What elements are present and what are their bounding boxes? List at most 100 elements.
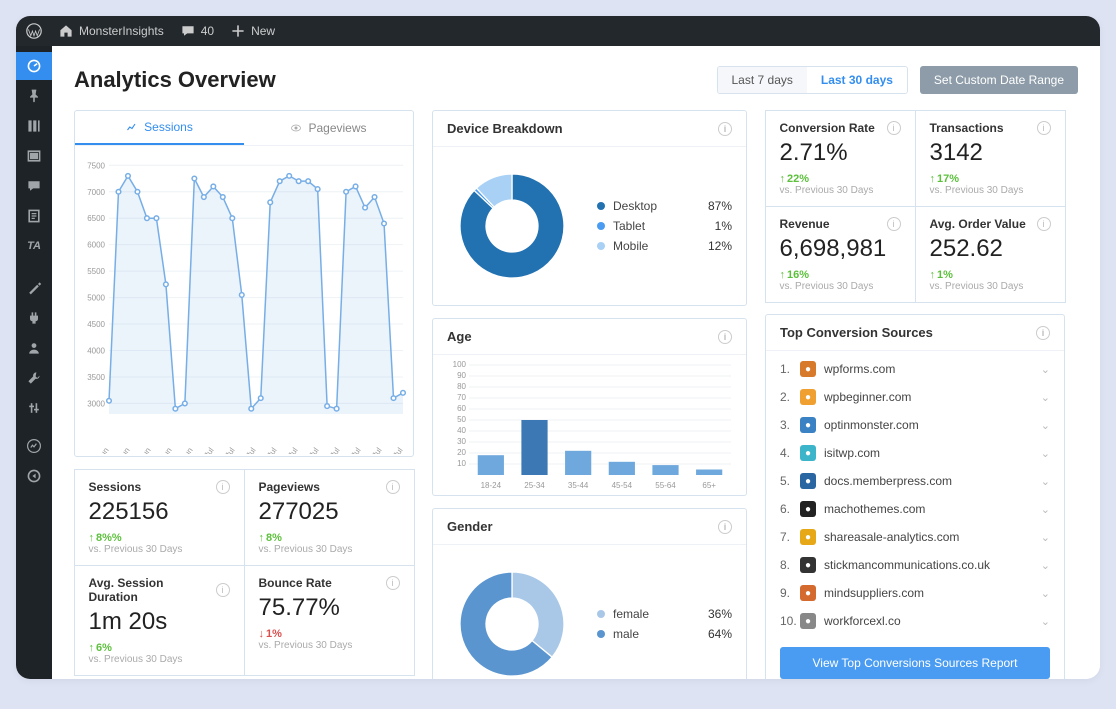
new-label: New [251, 24, 275, 38]
info-icon[interactable]: i [386, 576, 400, 590]
gender-card: Genderi female36%male64% [432, 508, 747, 679]
svg-text:8 Jul: 8 Jul [262, 446, 279, 454]
content-area: Analytics Overview Last 7 days Last 30 d… [52, 46, 1100, 679]
site-home[interactable]: MonsterInsights [50, 23, 172, 39]
graph-icon [126, 121, 138, 133]
svg-text:4500: 4500 [87, 320, 105, 329]
info-icon[interactable]: i [718, 520, 732, 534]
sidebar-appearance[interactable] [16, 274, 52, 302]
wp-admin-bar: MonsterInsights 40 New [16, 16, 1100, 46]
sidebar-comments[interactable] [16, 172, 52, 200]
kpi-aov: Avg. Order Valuei 252.62 ↑ 1% vs. Previo… [915, 206, 1066, 303]
svg-text:4000: 4000 [87, 347, 105, 356]
gender-legend: female36%male64% [597, 607, 732, 641]
svg-text:25-34: 25-34 [524, 481, 545, 490]
gender-donut-chart [447, 559, 577, 679]
source-row[interactable]: 3.●optinmonster.com⌄ [766, 411, 1064, 439]
svg-text:6500: 6500 [87, 214, 105, 223]
legend-item: female36% [597, 607, 732, 621]
source-row[interactable]: 2.●wpbeginner.com⌄ [766, 383, 1064, 411]
sessions-chart-card: Sessions Pageviews 300035004000450050005… [74, 110, 414, 457]
svg-text:22 Jun: 22 Jun [89, 446, 110, 454]
device-legend: Desktop87%Tablet1%Mobile12% [597, 199, 732, 253]
info-icon[interactable]: i [216, 480, 230, 494]
svg-text:100: 100 [453, 361, 467, 369]
chevron-down-icon: ⌄ [1041, 615, 1050, 628]
svg-text:28 Jun: 28 Jun [152, 446, 173, 454]
source-row[interactable]: 6.●machothemes.com⌄ [766, 495, 1064, 523]
sidebar-dashboard[interactable] [16, 52, 52, 80]
svg-text:18-24: 18-24 [481, 481, 502, 490]
page-title: Analytics Overview [74, 67, 276, 93]
sidebar-insights[interactable] [16, 432, 52, 460]
svg-text:35-44: 35-44 [568, 481, 589, 490]
wp-logo[interactable] [16, 23, 50, 39]
svg-text:20: 20 [457, 448, 466, 457]
sidebar-collapse[interactable] [16, 462, 52, 490]
svg-text:80: 80 [457, 382, 466, 391]
comments-count: 40 [201, 24, 214, 38]
kpi-grid: Conversion Ratei 2.71% ↑ 22% vs. Previou… [765, 110, 1065, 302]
source-row[interactable]: 1.●wpforms.com⌄ [766, 355, 1064, 383]
comments-link[interactable]: 40 [172, 23, 222, 39]
info-icon[interactable]: i [1037, 121, 1051, 135]
svg-text:18 Jul: 18 Jul [364, 446, 384, 454]
source-row[interactable]: 10.●workforcexl.co⌄ [766, 607, 1064, 635]
chevron-down-icon: ⌄ [1041, 587, 1050, 600]
svg-text:70: 70 [457, 393, 466, 402]
chart-tab-pageviews[interactable]: Pageviews [244, 111, 413, 145]
kpi-transactions: Transactionsi 3142 ↑ 17% vs. Previous 30… [915, 110, 1066, 207]
source-row[interactable]: 4.●isitwp.com⌄ [766, 439, 1064, 467]
tab-last-7-days[interactable]: Last 7 days [718, 67, 807, 93]
stat-avg-session: Avg. Session Durationi 1m 20s ↑ 6% vs. P… [74, 565, 245, 676]
custom-date-range-button[interactable]: Set Custom Date Range [920, 66, 1078, 94]
svg-text:21 Jul: 21 Jul [385, 446, 405, 454]
info-icon[interactable]: i [718, 330, 732, 344]
chart-tab-sessions[interactable]: Sessions [75, 111, 244, 145]
source-row[interactable]: 8.●stickmancommunications.co.uk⌄ [766, 551, 1064, 579]
legend-item: Mobile12% [597, 239, 732, 253]
svg-text:10 Jul: 10 Jul [280, 446, 300, 454]
age-card: Agei 10203040506070809010018-2425-3435-4… [432, 318, 747, 496]
sidebar-pin[interactable] [16, 82, 52, 110]
view-sources-report-button[interactable]: View Top Conversions Sources Report [780, 647, 1050, 679]
new-content[interactable]: New [222, 23, 283, 39]
sidebar-settings[interactable] [16, 394, 52, 422]
svg-text:4 Jul: 4 Jul [220, 446, 237, 454]
source-row[interactable]: 7.●shareasale-analytics.com⌄ [766, 523, 1064, 551]
info-icon[interactable]: i [887, 217, 901, 231]
svg-text:10: 10 [457, 459, 466, 468]
source-row[interactable]: 9.●mindsuppliers.com⌄ [766, 579, 1064, 607]
chevron-down-icon: ⌄ [1041, 531, 1050, 544]
sidebar-posts[interactable] [16, 112, 52, 140]
age-bar-chart: 10203040506070809010018-2425-3435-4445-5… [447, 361, 737, 491]
sidebar-forms[interactable] [16, 202, 52, 230]
svg-text:7500: 7500 [87, 161, 105, 170]
sidebar-media[interactable] [16, 142, 52, 170]
kpi-revenue: Revenuei 6,698,981 ↑ 16% vs. Previous 30… [765, 206, 916, 303]
sidebar-plugins[interactable] [16, 304, 52, 332]
info-icon[interactable]: i [1037, 217, 1051, 231]
svg-text:40: 40 [457, 426, 466, 435]
svg-text:65+: 65+ [702, 481, 716, 490]
chevron-down-icon: ⌄ [1041, 363, 1050, 376]
info-icon[interactable]: i [1036, 326, 1050, 340]
info-icon[interactable]: i [216, 583, 230, 597]
svg-text:50: 50 [457, 415, 466, 424]
info-icon[interactable]: i [887, 121, 901, 135]
chevron-down-icon: ⌄ [1041, 391, 1050, 404]
tab-last-30-days[interactable]: Last 30 days [807, 67, 907, 93]
info-icon[interactable]: i [386, 480, 400, 494]
chevron-down-icon: ⌄ [1041, 447, 1050, 460]
info-icon[interactable]: i [718, 122, 732, 136]
device-breakdown-card: Device Breakdowni Desktop87%Tablet1%Mobi… [432, 110, 747, 306]
stat-sessions: Sessionsi 225156 ↑ 8%% vs. Previous 30 D… [74, 469, 245, 566]
sidebar-tools[interactable] [16, 364, 52, 392]
stat-bounce: Bounce Ratei 75.77% ↓ 1% vs. Previous 30… [244, 565, 415, 676]
chevron-down-icon: ⌄ [1041, 419, 1050, 432]
source-row[interactable]: 5.●docs.memberpress.com⌄ [766, 467, 1064, 495]
svg-text:45-54: 45-54 [612, 481, 633, 490]
svg-text:7000: 7000 [87, 188, 105, 197]
sidebar-users[interactable] [16, 334, 52, 362]
sidebar-ta[interactable]: TA [16, 232, 52, 260]
